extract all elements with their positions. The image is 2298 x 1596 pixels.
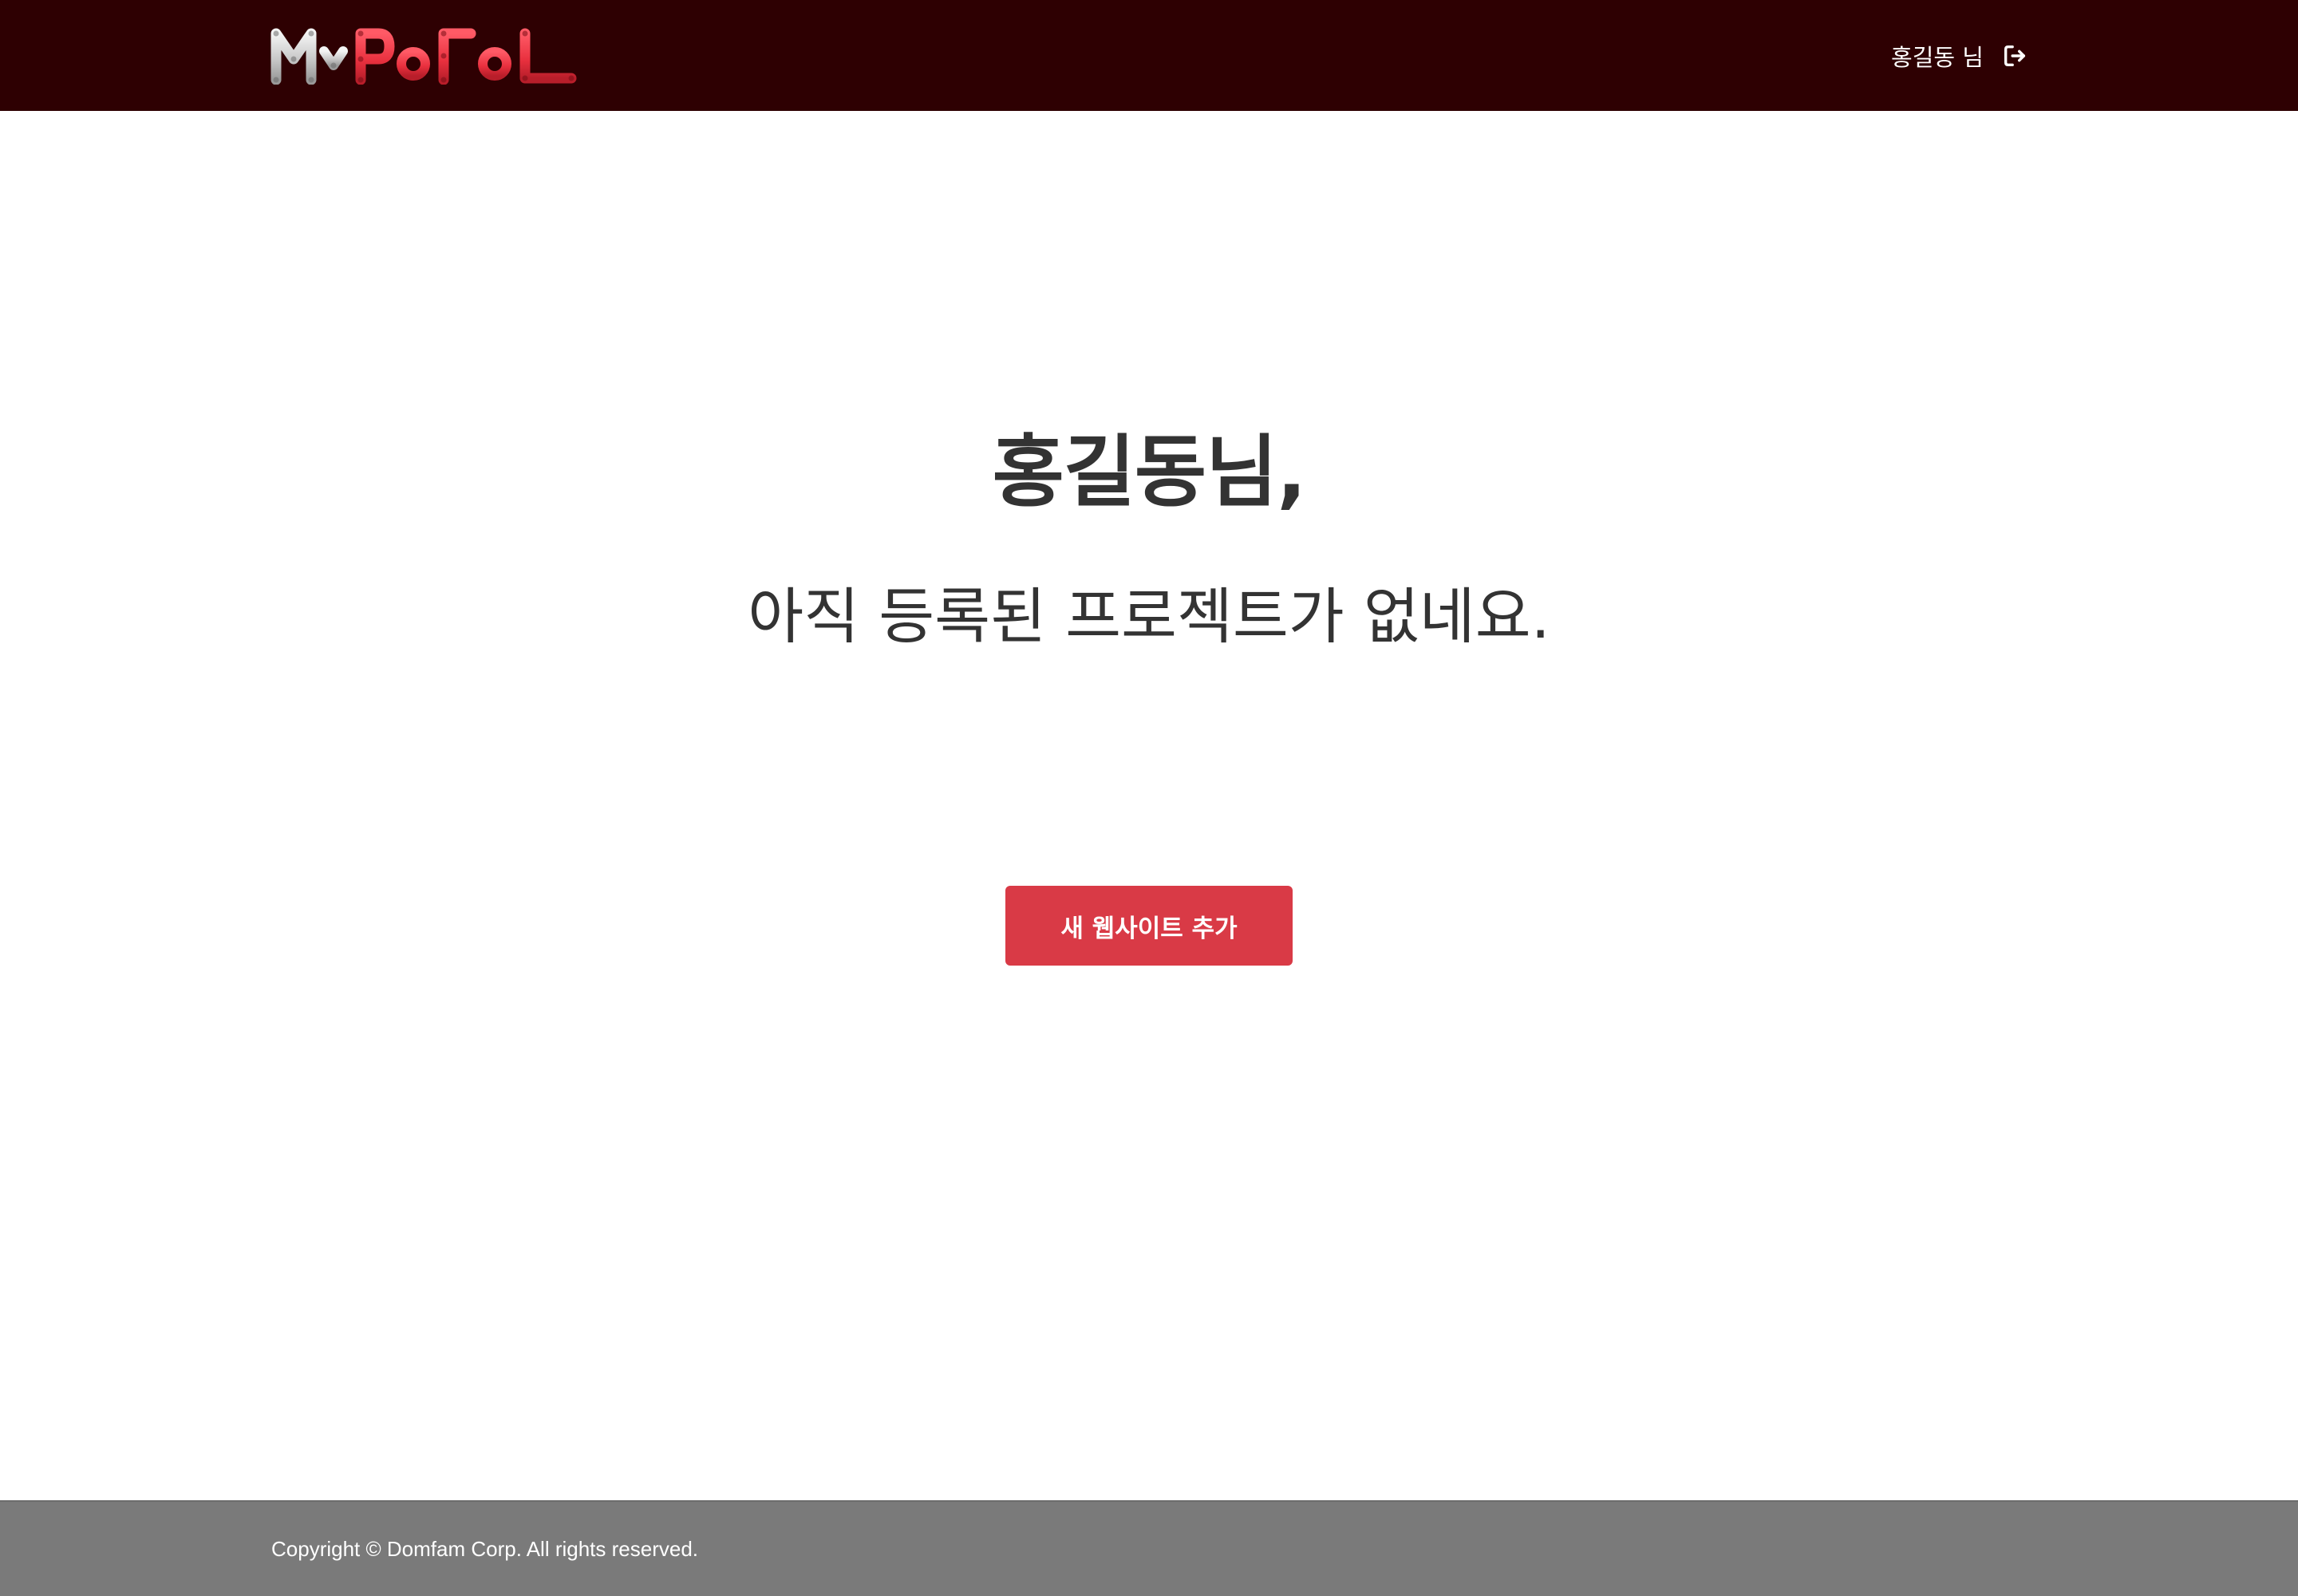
empty-state-message: 아직 등록된 프로젝트가 없네요. <box>748 581 1550 652</box>
sign-out-icon[interactable] <box>2001 42 2028 69</box>
user-name[interactable]: 홍길동 님 <box>1891 39 1984 73</box>
copyright-text: Copyright © Domfam Corp. All rights rese… <box>271 1536 699 1561</box>
add-website-button[interactable]: 새 웹사이트 추가 <box>1005 886 1293 966</box>
footer: Copyright © Domfam Corp. All rights rese… <box>0 1500 2298 1596</box>
main-content: 홍길동님, 아직 등록된 프로젝트가 없네요. 새 웹사이트 추가 <box>0 111 2298 1500</box>
mypofol-logo[interactable] <box>270 27 581 85</box>
greeting-heading: 홍길동님, <box>992 427 1307 518</box>
page: 홍길동 님 홍길동님, 아직 등록된 프로젝트가 없네요. 새 웹사이트 추가 … <box>0 0 2298 1596</box>
user-menu: 홍길동 님 <box>1891 0 2028 111</box>
top-nav-bar: 홍길동 님 <box>0 0 2298 111</box>
